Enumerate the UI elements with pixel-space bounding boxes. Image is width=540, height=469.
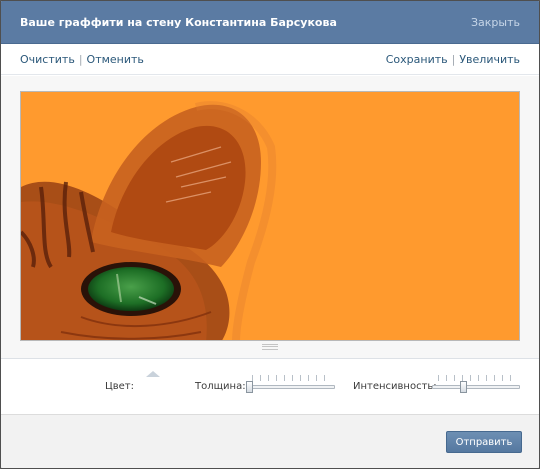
- drawing-canvas[interactable]: [20, 91, 520, 341]
- intensity-label: Интенсивность:: [353, 381, 437, 392]
- slider-thumb[interactable]: [460, 381, 467, 393]
- separator: |: [78, 53, 83, 66]
- slider-track: [432, 385, 520, 389]
- graffiti-dialog: Ваше граффити на стену Константина Барсу…: [0, 0, 540, 469]
- color-picker-arrow-icon[interactable]: [146, 371, 160, 377]
- color-label: Цвет:: [105, 381, 135, 392]
- close-link[interactable]: Закрыть: [471, 16, 520, 29]
- dialog-title: Ваше граффити на стену Константина Барсу…: [20, 15, 337, 29]
- zoom-link[interactable]: Увеличить: [459, 53, 520, 66]
- file-actions: Сохранить | Увеличить: [386, 53, 520, 66]
- slider-ticks: [252, 375, 329, 381]
- brush-controls: Цвет: Толщина: Интенсивность:: [1, 358, 539, 414]
- edit-actions: Очистить | Отменить: [20, 53, 144, 66]
- thickness-label: Толщина:: [195, 381, 246, 392]
- dialog-header: Ваше граффити на стену Константина Барсу…: [1, 1, 539, 44]
- dialog-footer: Отправить: [1, 414, 539, 468]
- graffiti-toolbar: Очистить | Отменить Сохранить | Увеличить: [1, 45, 539, 75]
- slider-thumb[interactable]: [246, 381, 253, 393]
- canvas-resize-grip[interactable]: [262, 344, 278, 350]
- slider-track: [246, 385, 335, 389]
- save-link[interactable]: Сохранить: [386, 53, 448, 66]
- slider-ticks: [438, 375, 514, 381]
- clear-link[interactable]: Очистить: [20, 53, 75, 66]
- graffiti-drawing: [21, 92, 519, 340]
- undo-link[interactable]: Отменить: [87, 53, 144, 66]
- intensity-slider[interactable]: [432, 375, 520, 393]
- thickness-slider[interactable]: [246, 375, 335, 393]
- canvas-area: [1, 76, 539, 358]
- separator: |: [451, 53, 456, 66]
- send-button[interactable]: Отправить: [446, 431, 522, 453]
